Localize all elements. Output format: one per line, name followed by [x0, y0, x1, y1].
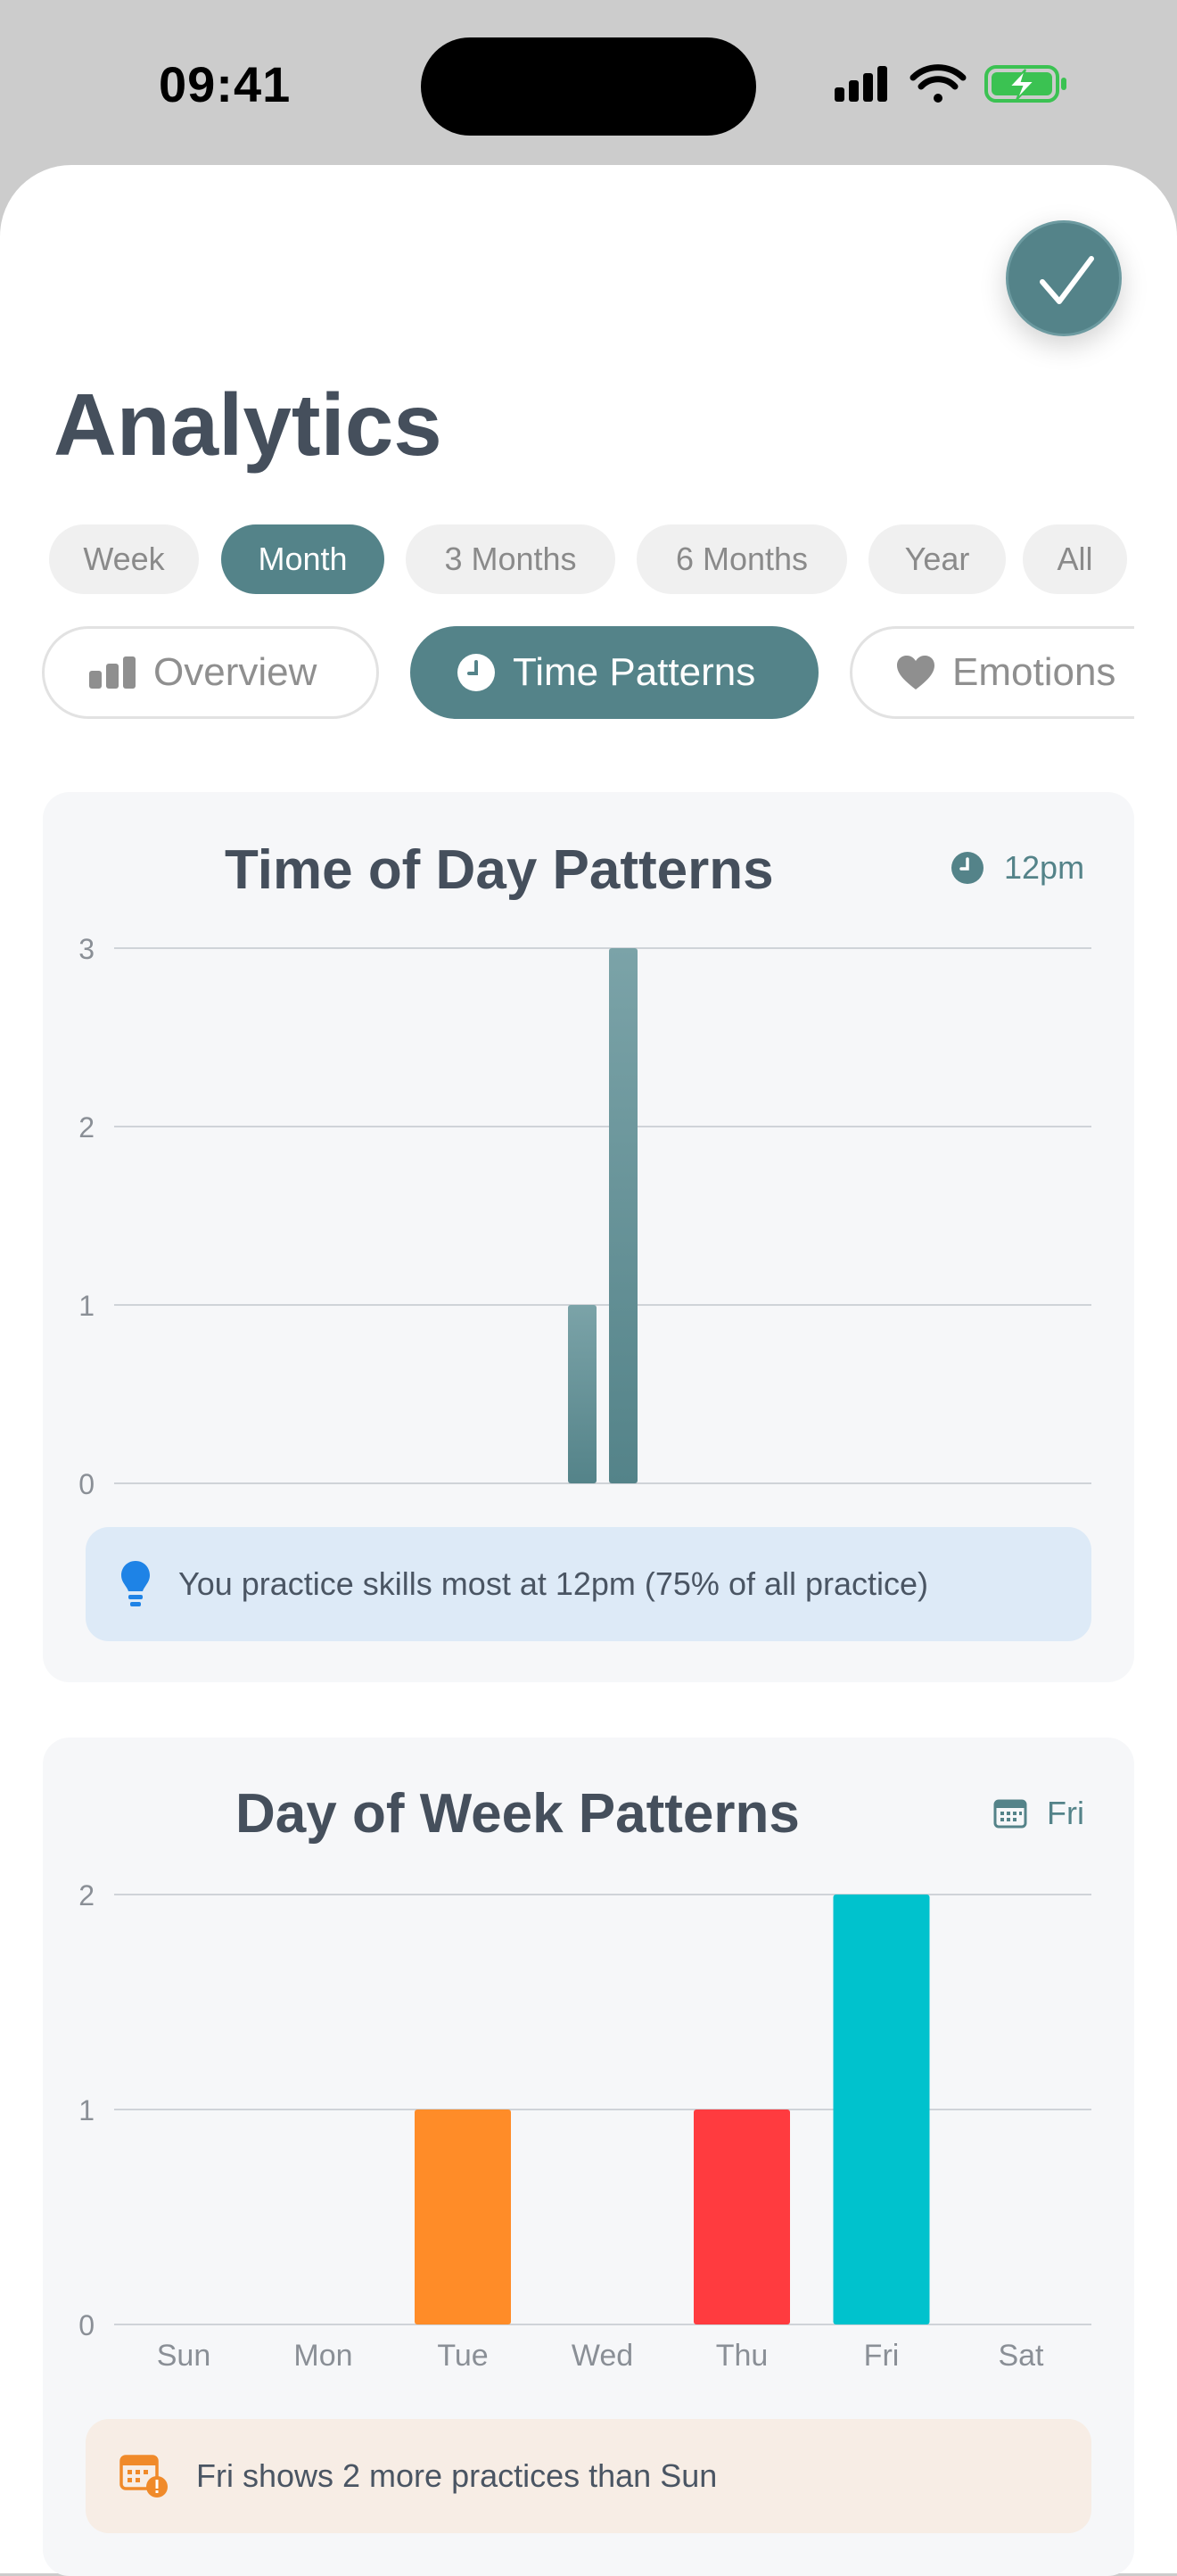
tab-overview[interactable]: Overview — [42, 626, 379, 719]
y-tick-label: 2 — [78, 1879, 95, 1911]
range-pill-label: Month — [258, 541, 348, 577]
y-tick-label: 1 — [78, 2094, 95, 2126]
bar-tue — [415, 2110, 511, 2324]
day-of-week-insight: Fri shows 2 more practices than Sun — [86, 2419, 1091, 2533]
tab-label: Emotions — [952, 650, 1116, 694]
y-tick-label: 0 — [78, 1468, 95, 1500]
page-title: Analytics — [54, 376, 442, 474]
insight-text: You practice skills most at 12pm (75% of… — [178, 1565, 929, 1602]
range-pill-month[interactable]: Month — [221, 524, 384, 594]
y-tick-label: 2 — [78, 1111, 95, 1144]
range-pill-label: Year — [904, 541, 970, 577]
calendar-alert-icon — [119, 2455, 168, 2498]
clock-icon — [457, 654, 495, 691]
heart-icon — [897, 656, 934, 689]
tab-emotions[interactable]: Emotions — [850, 626, 1134, 719]
y-tick-label: 0 — [78, 2309, 95, 2341]
view-mode-selector: Overview Time Patterns Emotions — [42, 626, 1134, 719]
range-pill-label: Week — [83, 541, 165, 577]
range-pill-all[interactable]: All — [1023, 524, 1127, 594]
y-tick-label: 1 — [78, 1290, 95, 1322]
x-tick-label: Sun — [157, 2339, 211, 2373]
time-of-day-chart: 0 1 2 3 — [78, 933, 1091, 1500]
bar-thu — [694, 2110, 790, 2324]
day-of-week-card: Day of Week Patterns Fri 0 1 2 Sun Mon Tue Wed… — [43, 1738, 1134, 2576]
range-pill-year[interactable]: Year — [868, 524, 1006, 594]
cellular-signal-icon — [835, 66, 887, 102]
bar-12pm — [609, 948, 638, 1483]
tab-label: Time Patterns — [513, 650, 756, 694]
range-pill-label: 3 Months — [444, 541, 577, 577]
x-tick-label: Fri — [864, 2339, 900, 2373]
x-tick-label: Thu — [716, 2339, 769, 2373]
range-pill-week[interactable]: Week — [49, 524, 199, 594]
y-tick-label: 3 — [78, 933, 95, 965]
dynamic-island — [421, 37, 756, 136]
x-tick-label: Sat — [998, 2339, 1044, 2373]
day-of-week-chart: 0 1 2 Sun Mon Tue Wed Thu Fri Sat — [78, 1879, 1091, 2373]
checkmark-icon — [1040, 256, 1094, 304]
bar-chart-icon — [89, 656, 136, 689]
insight-text: Fri shows 2 more practices than Sun — [196, 2457, 718, 2494]
status-time: 09:41 — [159, 56, 292, 112]
time-of-day-card: Time of Day Patterns 12pm 0123 You pract… — [43, 792, 1134, 1682]
time-of-day-insight: You practice skills most at 12pm (75% of… — [86, 1527, 1091, 1641]
wifi-icon — [910, 64, 967, 103]
x-tick-label: Mon — [293, 2339, 352, 2373]
tab-time-patterns[interactable]: Time Patterns — [410, 626, 819, 719]
status-icons — [831, 62, 1072, 107]
done-button[interactable] — [1006, 220, 1122, 336]
x-tick-label: Wed — [572, 2339, 633, 2373]
x-tick-label: Tue — [437, 2339, 488, 2373]
range-pill-6-months[interactable]: 6 Months — [637, 524, 847, 594]
bar-fri — [833, 1895, 930, 2324]
status-bar: 09:41 — [0, 0, 1177, 165]
tab-label: Overview — [153, 650, 317, 694]
range-pill-label: All — [1057, 541, 1093, 577]
lightbulb-icon — [121, 1561, 150, 1606]
range-pill-label: 6 Months — [675, 541, 809, 577]
bar-11am — [568, 1305, 597, 1483]
battery-charging-icon — [984, 65, 1066, 103]
range-pill-3-months[interactable]: 3 Months — [406, 524, 615, 594]
